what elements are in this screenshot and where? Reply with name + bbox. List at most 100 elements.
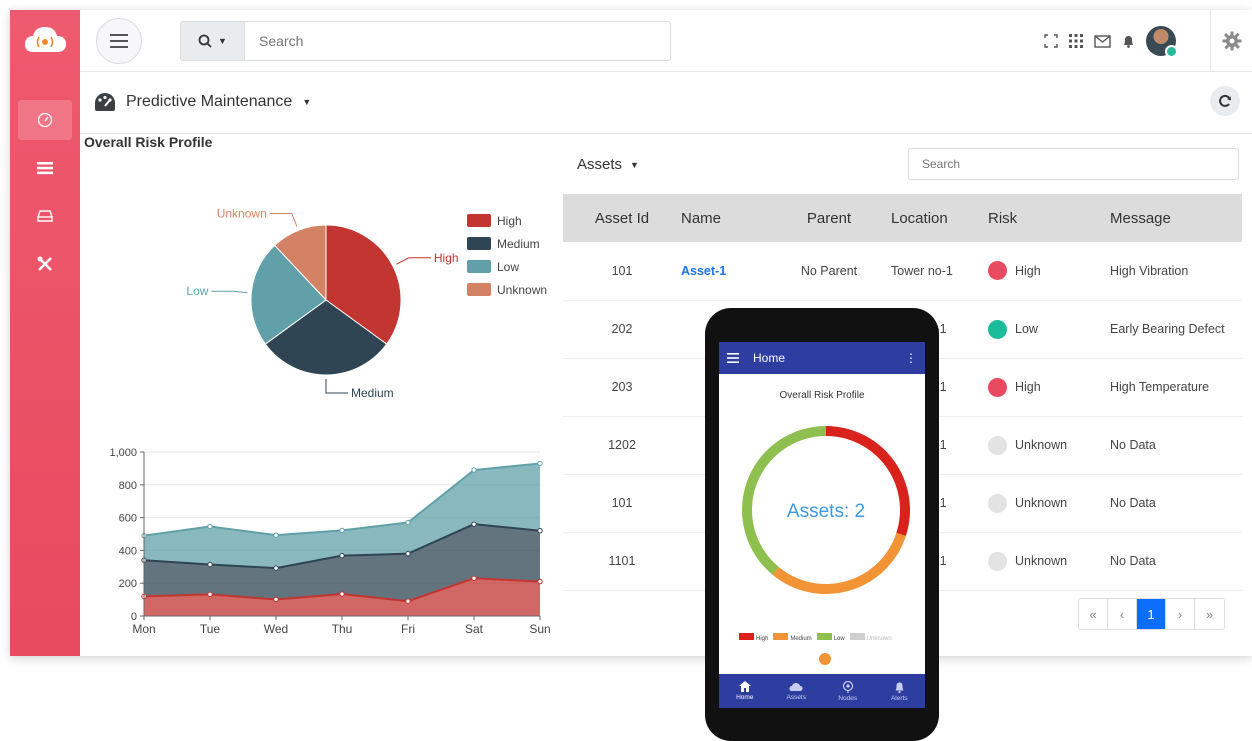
data-point[interactable] [537, 528, 543, 534]
data-point[interactable] [471, 467, 477, 473]
legend-label: Unknown [497, 282, 548, 297]
page-last-button[interactable]: » [1195, 599, 1224, 629]
page-title-dropdown[interactable]: Predictive Maintenance ▼ [94, 92, 311, 112]
data-point[interactable] [273, 532, 279, 538]
page-title: Predictive Maintenance [126, 93, 293, 110]
page-first-button[interactable]: « [1079, 599, 1108, 629]
phone-legend-item[interactable]: Unknown [849, 633, 892, 642]
data-point[interactable] [405, 550, 411, 557]
data-point[interactable] [207, 561, 213, 568]
cloud-icon [789, 682, 803, 691]
data-point[interactable] [405, 598, 411, 604]
nav-nodes-label: Nodes [838, 694, 858, 702]
risk-indicator-icon [988, 435, 1007, 455]
drive-icon [37, 210, 53, 222]
nav-home[interactable]: Home [719, 674, 771, 708]
legend-item[interactable]: Unknown [467, 278, 547, 301]
nav-nodes[interactable]: Nodes [822, 674, 874, 708]
risk-indicator-icon [988, 493, 1007, 513]
page-header: Predictive Maintenance ▼ [80, 72, 1252, 134]
search-dropdown-button[interactable]: ▼ [181, 22, 245, 60]
col-name[interactable]: Name [681, 194, 767, 242]
hamburger-icon[interactable] [727, 353, 739, 363]
legend-swatch [467, 260, 491, 273]
cell-message: High Temperature [1110, 358, 1242, 417]
data-point[interactable] [273, 596, 279, 603]
home-icon [738, 681, 751, 692]
caret-down-icon: ▼ [302, 97, 312, 107]
asset-name-link[interactable]: Asset-1 [681, 264, 726, 278]
assets-search-input[interactable] [908, 148, 1239, 180]
sidebar-item-drive[interactable] [18, 196, 72, 236]
mail-icon[interactable] [1094, 34, 1111, 48]
pie-label: Unknown [217, 207, 267, 221]
expand-icon[interactable] [1044, 34, 1058, 48]
data-point[interactable] [339, 552, 345, 559]
cell-message: High Vibration [1110, 242, 1242, 301]
pie-label-line [396, 257, 431, 265]
col-location[interactable]: Location [891, 194, 988, 242]
cloud-logo-icon[interactable] [22, 24, 68, 56]
data-point[interactable] [273, 565, 279, 571]
data-point[interactable] [405, 519, 411, 526]
search-input[interactable] [245, 22, 670, 60]
data-point[interactable] [537, 460, 543, 467]
phone-legend-item[interactable]: Low [816, 633, 845, 642]
page-prev-button[interactable]: ‹ [1108, 599, 1137, 629]
data-point[interactable] [339, 527, 345, 534]
risk-indicator-icon [988, 377, 1007, 397]
data-point[interactable] [207, 523, 213, 530]
assets-dropdown[interactable]: Assets ▼ [577, 156, 639, 173]
col-asset-id[interactable]: Asset Id [563, 194, 681, 242]
cell-asset-id: 101 [563, 242, 681, 301]
risk-indicator-icon [988, 261, 1007, 281]
col-risk[interactable]: Risk [988, 194, 1110, 242]
legend-swatch [816, 633, 832, 640]
donut-slice-medium[interactable] [772, 532, 906, 594]
legend-swatch [773, 633, 789, 640]
y-tick-label: 600 [119, 513, 137, 525]
bell-icon[interactable] [1122, 34, 1135, 48]
apps-grid-icon[interactable] [1069, 34, 1083, 48]
data-point[interactable] [471, 521, 477, 527]
x-tick-label: Sat [465, 622, 484, 636]
phone-legend-item[interactable]: Medium [773, 633, 812, 642]
phone-legend-item[interactable]: High [739, 633, 768, 642]
assets-title: Assets [577, 156, 623, 173]
nav-home-label: Home [736, 694, 754, 701]
phone-donut-chart: Assets: 2 [742, 426, 910, 594]
data-point[interactable] [339, 591, 345, 597]
risk-indicator-icon [988, 319, 1007, 339]
sidebar-item-tools[interactable] [18, 244, 72, 284]
legend-item[interactable]: Medium [467, 232, 547, 255]
col-parent[interactable]: Parent [767, 194, 891, 242]
refresh-icon [1219, 94, 1231, 107]
x-tick-label: Wed [264, 622, 288, 636]
data-point[interactable] [207, 591, 213, 598]
nav-alerts[interactable]: Alerts [874, 674, 926, 708]
nav-assets[interactable]: Assets [771, 674, 823, 708]
page-current-button[interactable]: 1 [1137, 599, 1166, 629]
hamburger-menu-button[interactable] [96, 18, 142, 64]
legend-swatch [467, 214, 491, 227]
refresh-button[interactable] [1210, 86, 1240, 116]
avatar[interactable] [1146, 26, 1178, 58]
kebab-menu-icon[interactable]: ⋮ [905, 351, 917, 365]
page-next-button[interactable]: › [1166, 599, 1195, 629]
phone-screen: Home ⋮ Overall Risk Profile Assets: 2 Hi… [719, 342, 925, 708]
pie-legend: High Medium Low Unknown [467, 209, 547, 301]
sidebar-item-dashboard[interactable] [18, 100, 72, 140]
data-point[interactable] [537, 578, 543, 585]
sidebar-item-list[interactable] [18, 148, 72, 188]
y-tick-label: 400 [119, 545, 137, 557]
settings-button[interactable] [1210, 10, 1252, 72]
col-message[interactable]: Message [1110, 194, 1242, 242]
table-row[interactable]: 101 Asset-1 No Parent Tower no-1 High High Vi… [563, 242, 1242, 301]
legend-item[interactable]: High [467, 209, 547, 232]
donut-center-label: Assets: 2 [787, 501, 865, 522]
legend-label: High [497, 213, 522, 228]
x-tick-label: Tue [200, 622, 221, 636]
data-point[interactable] [471, 575, 477, 581]
phone-appbar-title: Home [753, 351, 786, 365]
legend-item[interactable]: Low [467, 255, 547, 278]
